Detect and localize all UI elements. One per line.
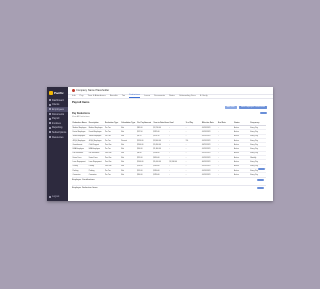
sidebar-item-label: Subscriptions <box>52 130 67 134</box>
group-employer-deduction-items[interactable]: Employer Deduction Items <box>72 185 266 190</box>
nav-icon <box>49 108 51 111</box>
sidebar-item-label: Documents <box>52 112 65 116</box>
sidebar-item-label: Dashboard <box>52 98 64 102</box>
section-title: Pay Deductions <box>72 112 90 115</box>
group-toggle[interactable] <box>257 186 264 190</box>
sidebar-nav: Dashboard Clients Employees Documents Payrol… <box>47 98 68 139</box>
sidebar: Pacific Dashboard Clients Employees Documen… <box>47 87 68 201</box>
tab-notes[interactable]: Notes <box>169 95 175 98</box>
tab-pay[interactable]: Pay <box>80 95 84 98</box>
nav-icon <box>49 103 51 106</box>
group-toggle[interactable] <box>257 178 264 182</box>
logout-label: Logout <box>52 195 60 198</box>
tab-e-verify[interactable]: E-Verify <box>200 95 208 98</box>
tab-onboarding-docs[interactable]: Onboarding Docs <box>179 95 196 98</box>
sidebar-item-label: Payroll <box>52 117 60 121</box>
logout-button[interactable]: Logout <box>49 195 59 198</box>
tab-leave[interactable]: Leave <box>144 95 150 98</box>
view-deductions-button[interactable]: View Employee Deductions <box>238 106 267 110</box>
page-actions: Add Item View Employee Deductions <box>224 106 267 110</box>
sidebar-item-label: Employees <box>52 107 64 111</box>
sidebar-item-label: Invoices <box>52 121 61 125</box>
sidebar-item-resources[interactable]: Resources <box>47 135 68 140</box>
sidebar-item-label: Resources <box>52 135 64 139</box>
nav-icon <box>49 117 51 120</box>
page-title: Payroll Items <box>72 100 90 104</box>
app-window: Pacific Dashboard Clients Employees Documen… <box>47 87 273 201</box>
section-toggle[interactable] <box>260 112 267 115</box>
nav-icon <box>49 99 51 102</box>
nav-icon <box>49 131 51 134</box>
main-content: Company Name Placeholder Info Pay Time & A… <box>68 87 273 201</box>
tab-time-attendance[interactable]: Time & Attendance <box>87 95 105 98</box>
group-label: Employer Deduction Items <box>72 186 98 189</box>
logo[interactable]: Pacific <box>49 90 64 95</box>
group-employer-contributions[interactable]: Employer Contributions <box>72 177 266 182</box>
nav-icon <box>49 113 51 116</box>
tab-documents[interactable]: Documents <box>154 95 165 98</box>
group-label: Employer Contributions <box>72 178 95 181</box>
sidebar-item-label: Reporting <box>52 126 63 130</box>
add-item-button[interactable]: Add Item <box>224 106 237 110</box>
sidebar-item-label: Clients <box>52 103 60 107</box>
tab-tax[interactable]: Tax <box>122 95 125 98</box>
company-avatar[interactable] <box>72 89 75 92</box>
table-body: Medical Employee Medical Employee Pre Tax F… <box>72 125 266 178</box>
nav-icon <box>49 122 51 125</box>
company-name: Company Name Placeholder <box>76 89 110 92</box>
tab-deductions[interactable]: Deductions <box>129 94 141 98</box>
logo-text: Pacific <box>54 90 64 95</box>
tab-bar: Info Pay Time & Attendance Benefits Tax Deduc… <box>68 94 273 99</box>
logo-icon <box>49 90 53 95</box>
deductions-table: Deduction Name Description Deduction Type C… <box>72 121 266 178</box>
nav-icon <box>49 136 51 139</box>
logout-icon <box>49 195 51 198</box>
section-subtitle: View All Deductions <box>72 116 90 118</box>
tab-info[interactable]: Info <box>72 95 76 98</box>
tab-benefits[interactable]: Benefits <box>110 95 118 98</box>
nav-icon <box>49 126 51 129</box>
